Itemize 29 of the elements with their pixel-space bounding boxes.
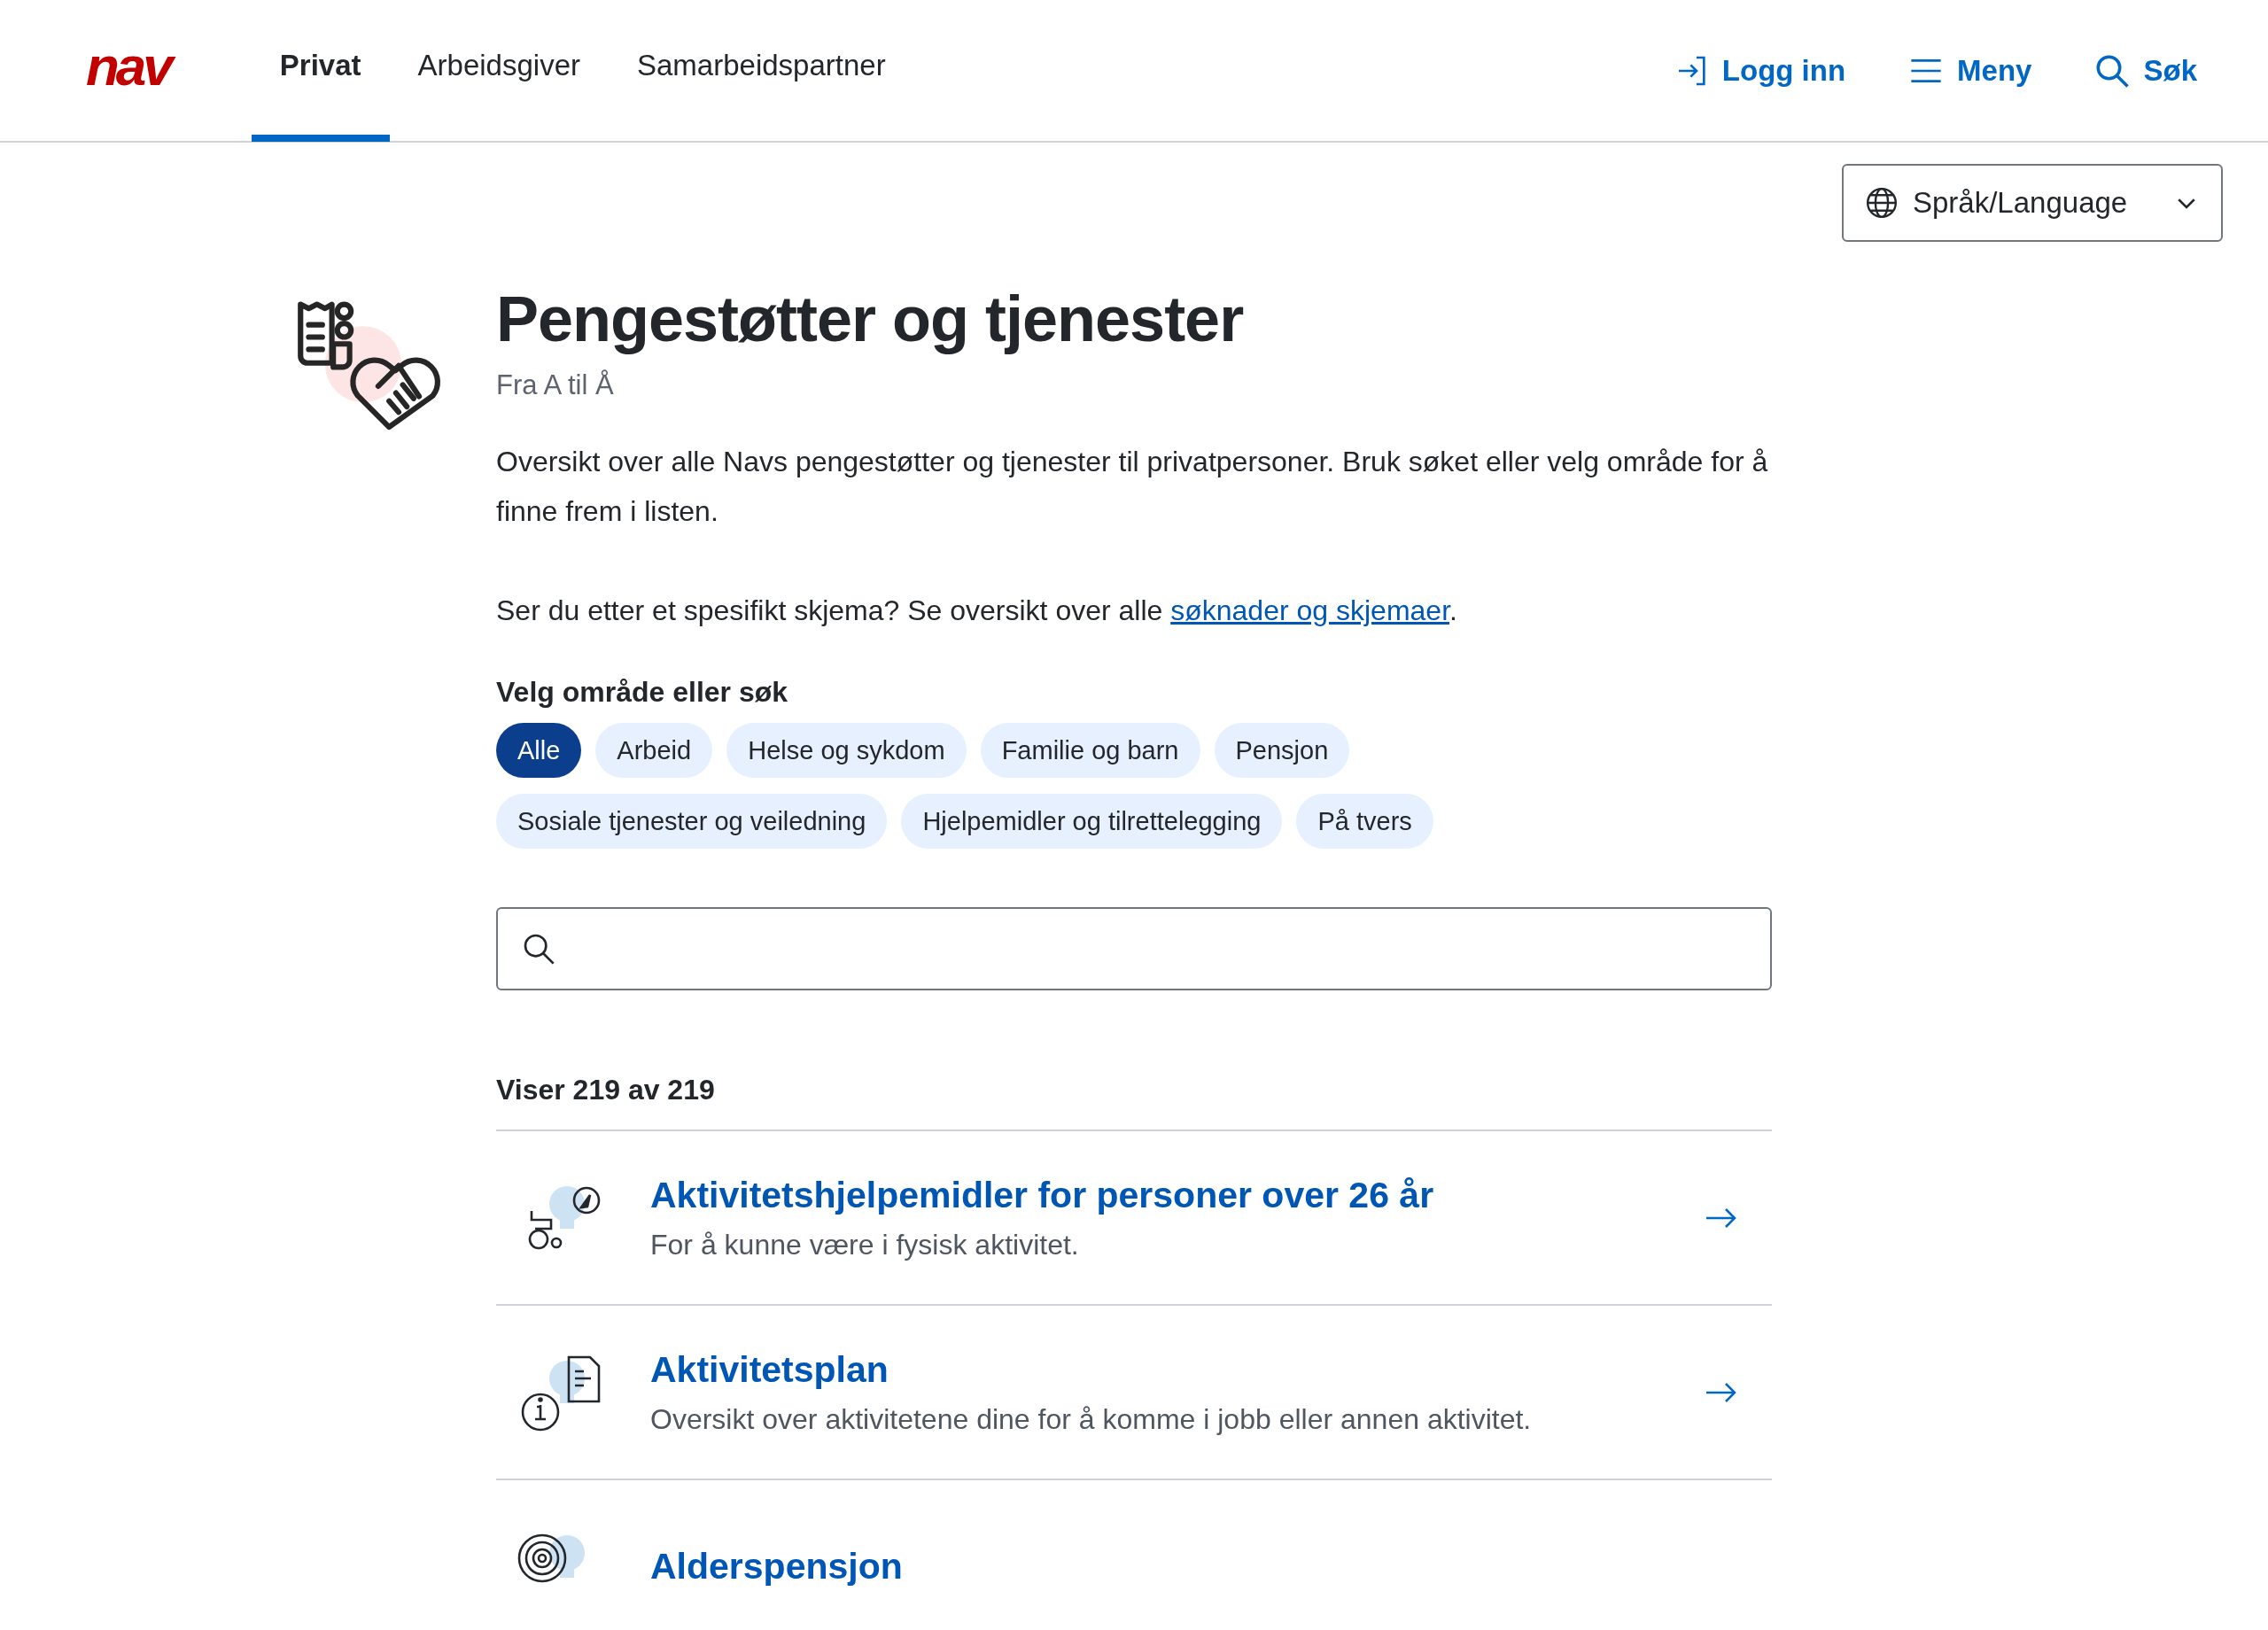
nav-tab[interactable]: Arbeidsgiver: [389, 0, 609, 142]
search-button[interactable]: Søk: [2093, 51, 2197, 89]
search-field[interactable]: [496, 907, 1772, 991]
filter-chip[interactable]: Sosiale tjenester og veiledning: [496, 794, 888, 850]
result-link[interactable]: Aktivitetshjelpemidler for personer over 26 år: [650, 1174, 1703, 1216]
nav-tab[interactable]: Samarbeidspartner: [609, 0, 914, 142]
globe-icon: [1865, 186, 1899, 220]
page-subtitle: Fra A til Å: [496, 369, 615, 402]
filter-chip[interactable]: Helse og sykdom: [726, 723, 967, 779]
result-count: Viser 219 av 219: [496, 1074, 716, 1107]
nav-tab[interactable]: Privat: [251, 0, 390, 142]
filter-label: Velg område eller søk: [496, 676, 789, 710]
filter-chip[interactable]: Alle: [496, 723, 582, 779]
result-description: For å kunne være i fysisk aktivitet.: [650, 1228, 1080, 1261]
forms-link[interactable]: søknader og skjemaer: [1170, 594, 1450, 627]
filter-chip[interactable]: Arbeid: [595, 723, 713, 779]
filter-chip[interactable]: På tvers: [1296, 794, 1433, 850]
result-link[interactable]: Alderspensjon: [650, 1546, 1772, 1588]
page-title: Pengestøtter og tjenester: [496, 283, 1245, 356]
result-description: Oversikt over aktivitetene dine for å komme i jobb eller annen aktivitet.: [650, 1402, 1533, 1436]
intro-paragraph: Oversikt over alle Navs pengestøtter og tjenester til privatpersoner. Bruk søket eller velg område for å finne frem i listen.: [496, 445, 1769, 530]
filter-chip[interactable]: Pensjon: [1214, 723, 1350, 779]
login-button[interactable]: Logg inn: [1674, 52, 1846, 89]
filter-chip[interactable]: Hjelpemidler og tilrettelegging: [901, 794, 1283, 850]
result-link[interactable]: Aktivitetsplan: [650, 1348, 1703, 1391]
language-select[interactable]: Språk/Language: [1842, 164, 2223, 242]
forms-paragraph: Ser du etter et spesifikt skjema? Se oversikt over alle søknader og skjemaer.: [496, 594, 1458, 629]
menu-button[interactable]: Meny: [1907, 52, 2032, 89]
filter-chip[interactable]: Familie og barn: [980, 723, 1200, 779]
